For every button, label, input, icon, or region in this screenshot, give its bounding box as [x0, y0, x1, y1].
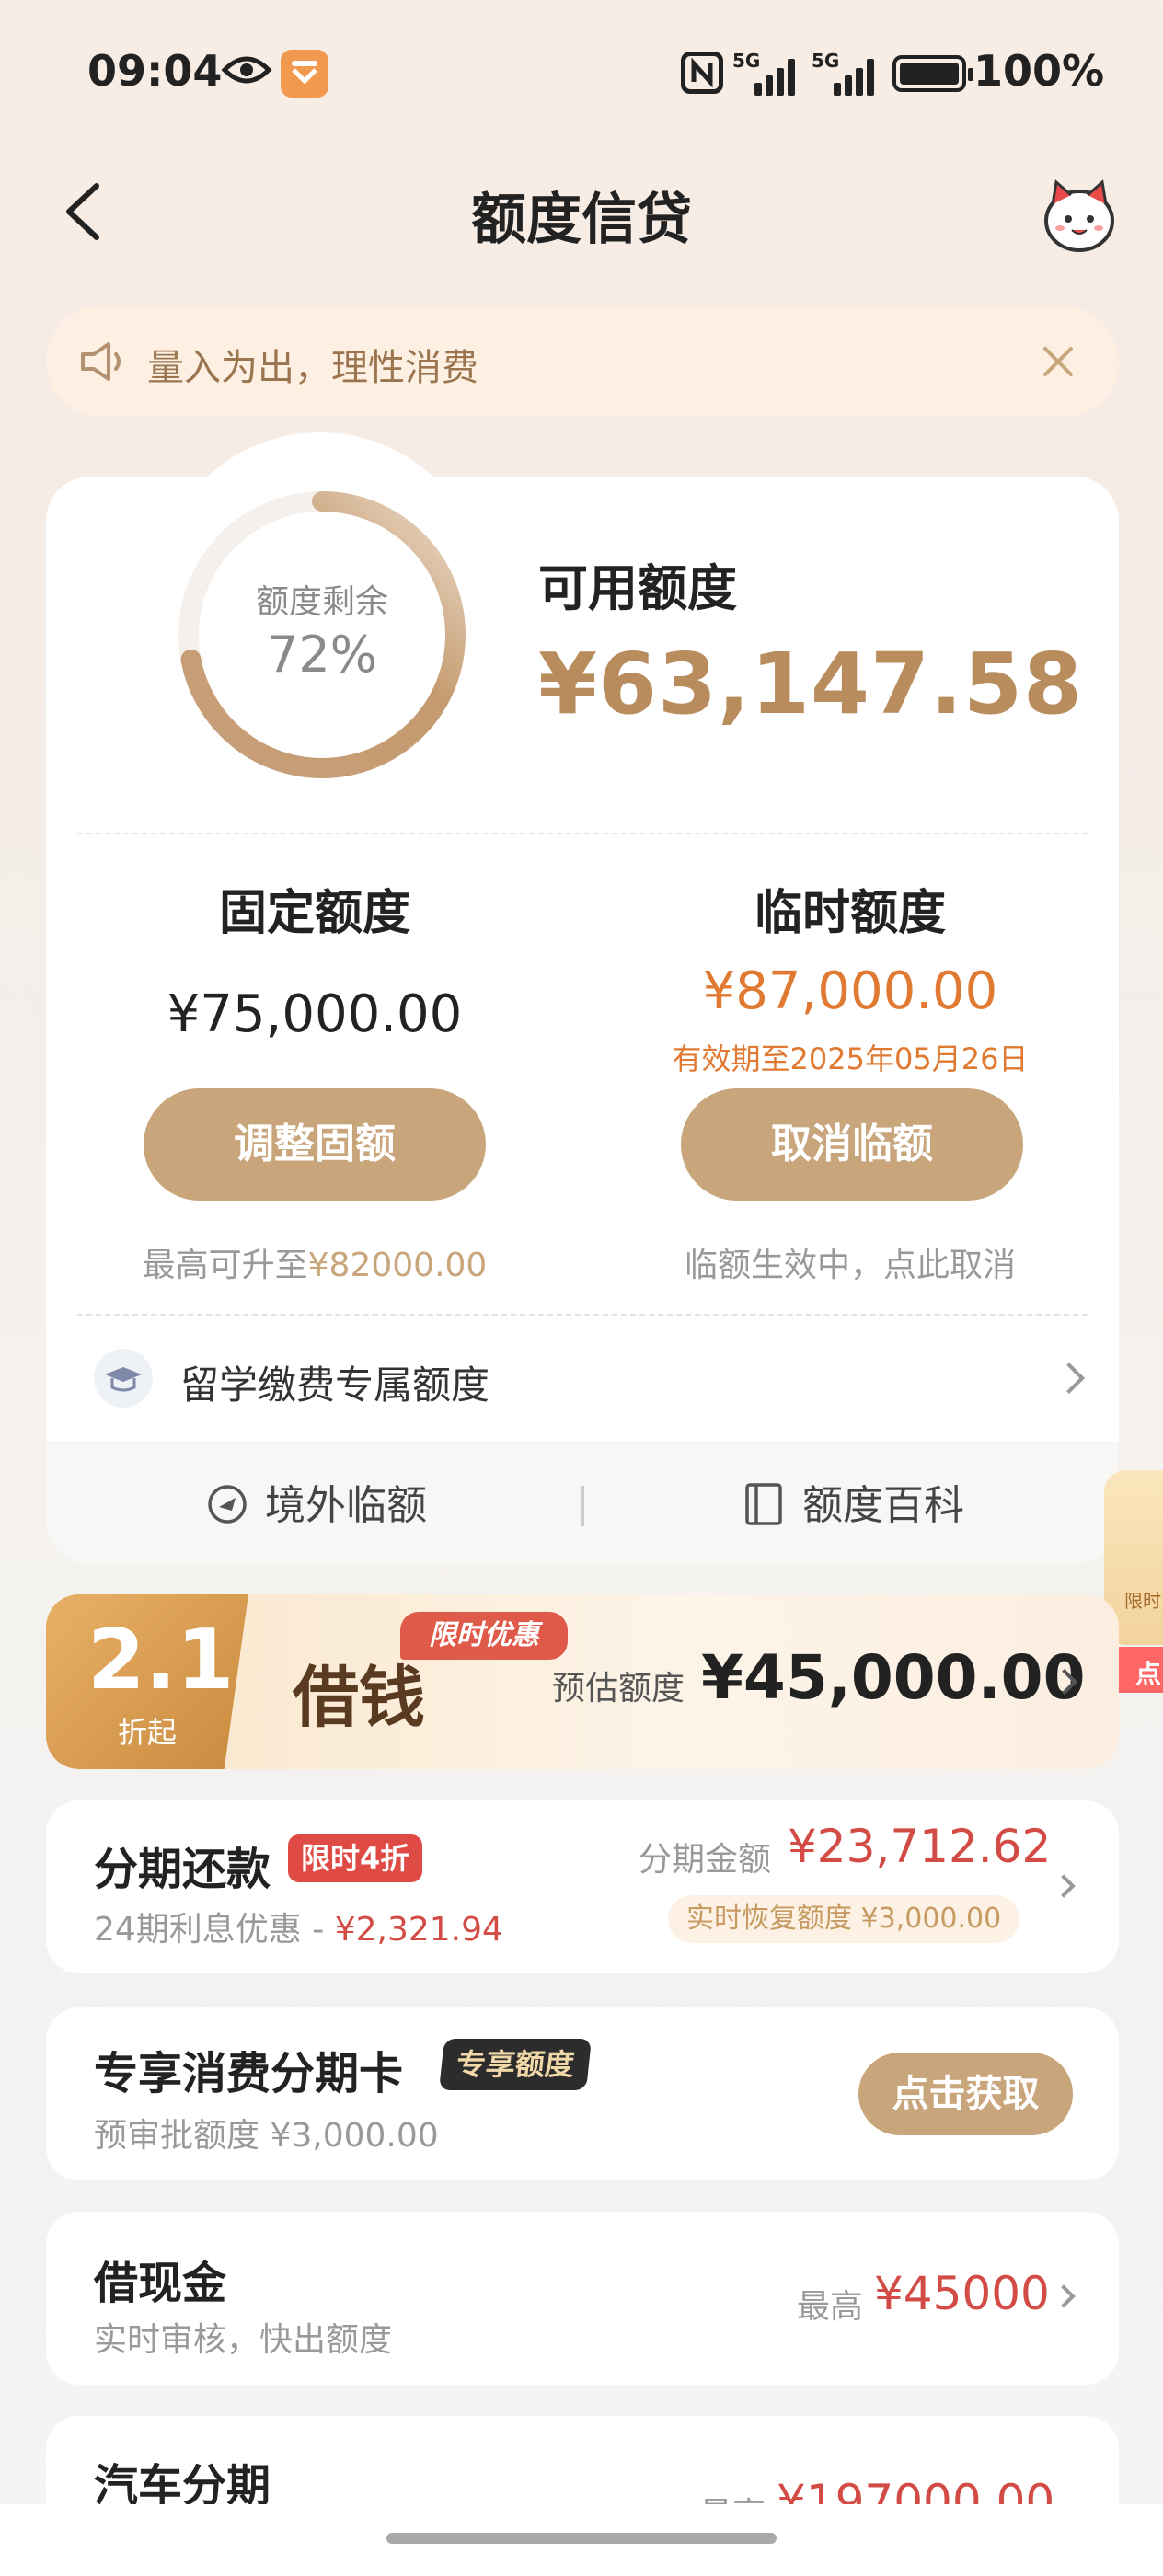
- installment-amount: ¥23,712.62: [788, 1820, 1052, 1873]
- adjust-fixed-quota-button[interactable]: 调整固额: [144, 1088, 486, 1201]
- installment-sub-prefix: 24期利息优惠 -: [94, 1911, 335, 1949]
- back-button[interactable]: [55, 175, 110, 248]
- temp-quota-validity: 有效期至2025年05月26日: [672, 1041, 1029, 1076]
- recover-quota-badge: 实时恢复额度 ¥3,000.00: [668, 1895, 1020, 1943]
- battery-percent: 100%: [973, 46, 1105, 96]
- close-icon[interactable]: [1031, 334, 1086, 389]
- exclusive-card-title: 专享消费分期卡: [94, 2048, 404, 2099]
- cash-loan-max-amount: ¥45000: [874, 2267, 1050, 2320]
- globe-plane-icon: [208, 1485, 247, 1524]
- study-quota-label: 留学缴费专属额度: [180, 1363, 490, 1408]
- installment-sub: 24期利息优惠 - ¥2,321.94: [94, 1903, 503, 1950]
- fixed-quota-title: 固定额度: [218, 886, 410, 941]
- available-label: 可用额度: [538, 559, 737, 617]
- cash-loan-max-label: 最高: [797, 2288, 864, 2326]
- fixed-quota-note: 最高可升至¥82000.00: [57, 1238, 572, 1286]
- installment-sub-value: ¥2,321.94: [334, 1911, 503, 1949]
- available-amount: ¥63,147.58: [538, 635, 1084, 733]
- divider: [77, 833, 1088, 834]
- temp-quota-title: 临时额度: [754, 886, 946, 941]
- network-label: 5G: [812, 50, 840, 72]
- note-prefix: 最高可升至: [142, 1247, 308, 1284]
- ring-percent: 72%: [266, 626, 378, 684]
- floating-tab-text: 限时: [1124, 1590, 1161, 1612]
- estimate-amount: ¥45,000.00: [701, 1642, 1086, 1713]
- temp-quota-note[interactable]: 临额生效中，点此取消: [593, 1238, 1108, 1286]
- promo-rate: 2.1: [87, 1612, 235, 1708]
- cash-loan-sub: 实时审核，快出额度: [94, 2321, 393, 2359]
- limited-offer-tag: 限时优惠: [400, 1612, 568, 1660]
- signal-icon: 5G: [812, 50, 885, 96]
- speaker-icon: [81, 342, 121, 381]
- app-badge-icon: [281, 50, 328, 98]
- graduation-cap-icon: [94, 1349, 153, 1408]
- eye-icon: [221, 56, 272, 84]
- installment-tag: 限时4折: [288, 1834, 423, 1882]
- cancel-temp-quota-button[interactable]: 取消临额: [681, 1088, 1023, 1201]
- overseas-temp-quota-link[interactable]: 境外临额: [265, 1472, 427, 1531]
- installment-amount-label: 分期金额: [639, 1841, 772, 1879]
- network-label: 5G: [732, 50, 761, 72]
- estimate-label: 预估额度: [552, 1670, 685, 1708]
- status-time: 09:04: [87, 46, 223, 96]
- notice-text: 量入为出，理性消费: [147, 347, 478, 389]
- fixed-quota-amount: ¥75,000.00: [167, 984, 463, 1044]
- temp-quota-amount: ¥87,000.00: [702, 961, 998, 1021]
- cash-loan-title: 借现金: [94, 2258, 227, 2309]
- battery-icon: [892, 55, 973, 92]
- floating-badge-text: 点: [1135, 1659, 1162, 1689]
- home-indicator[interactable]: [386, 2533, 777, 2544]
- book-icon: [745, 1483, 782, 1525]
- page-title: 额度信贷: [471, 188, 692, 252]
- notice-bar: 量入为出，理性消费: [46, 306, 1119, 417]
- signal-icon: 5G: [732, 50, 806, 96]
- nfc-icon: [681, 52, 723, 94]
- exclusive-card-sub: 预审批额度 ¥3,000.00: [94, 2117, 439, 2155]
- get-now-button[interactable]: 点击获取: [858, 2053, 1073, 2135]
- ring-label: 额度剩余: [255, 583, 388, 621]
- note-value: ¥82000.00: [307, 1247, 488, 1284]
- quota-encyclopedia-link[interactable]: 额度百科: [802, 1472, 964, 1531]
- study-quota-row[interactable]: 留学缴费专属额度: [46, 1316, 1119, 1441]
- mascot-avatar-icon[interactable]: [1040, 177, 1119, 256]
- promo-rate-suffix: 折起: [118, 1715, 178, 1750]
- chevron-right-icon: [1054, 1363, 1085, 1394]
- footer-separator: [582, 1486, 584, 1526]
- installment-title: 分期还款: [94, 1844, 271, 1895]
- exclusive-quota-tag: 专享额度: [439, 2039, 592, 2090]
